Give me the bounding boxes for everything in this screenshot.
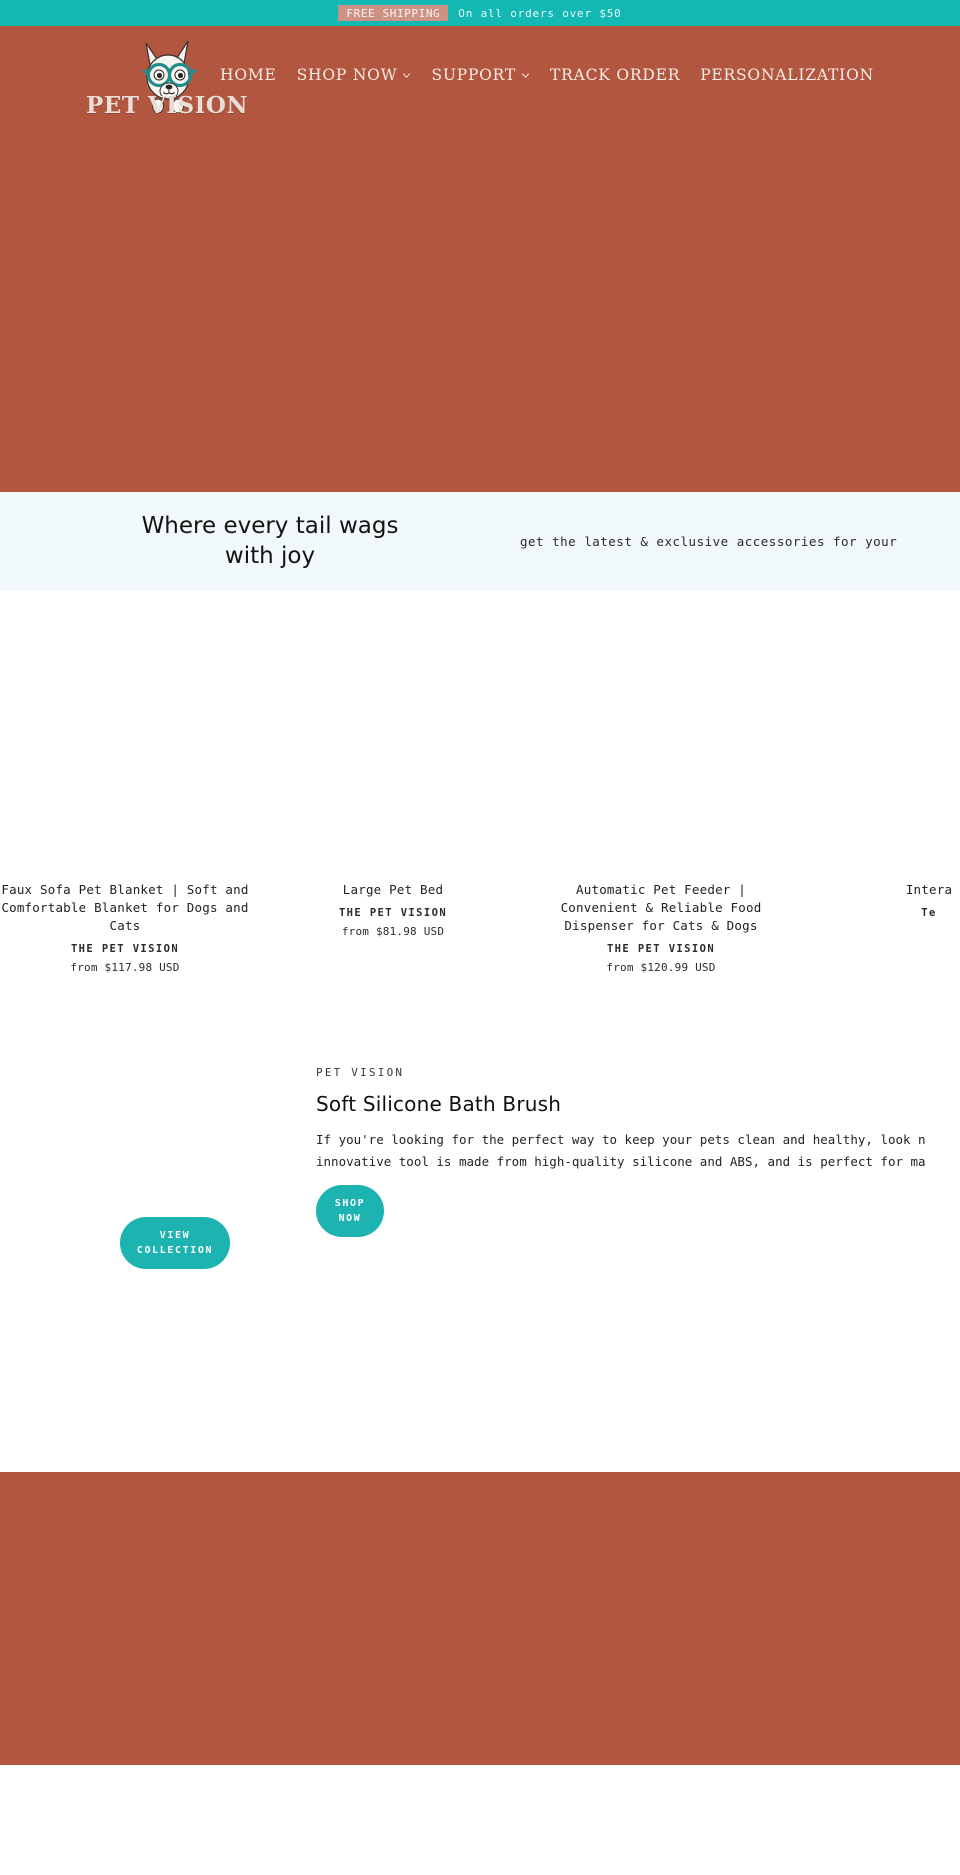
product-vendor: Te <box>921 907 937 920</box>
logo-wordmark: PET VISION <box>86 92 248 119</box>
nav-label-home: HOME <box>220 66 277 84</box>
product-price: from $120.99 USD <box>606 961 716 975</box>
featured-description-line-1: If you're looking for the perfect way to… <box>316 1132 926 1148</box>
nav-item-personalization[interactable]: PERSONALIZATION <box>700 66 874 84</box>
product-title: Automatic Pet Feeder | Convenient & Reli… <box>560 882 762 934</box>
tagline-heading: Where every tail wags with joy <box>141 512 399 569</box>
tagline-section: Where every tail wags with joy get the l… <box>0 492 960 591</box>
nav-label-support: SUPPORT <box>431 66 517 84</box>
featured-vendor: PET VISION <box>316 1066 405 1080</box>
product-image <box>0 621 250 871</box>
main-navigation: HOME SHOP NOW SUPPORT TRACK ORDER PERSON… <box>220 66 874 86</box>
featured-description-line-2: innovative tool is made from high-qualit… <box>316 1153 926 1169</box>
nav-label-shop-now: SHOP NOW <box>296 66 398 84</box>
product-price: from $81.98 USD <box>341 925 445 939</box>
content-spacer <box>0 1282 960 1473</box>
announcement-text: On all orders over $50 <box>458 6 622 20</box>
shop-now-button[interactable]: SHOP NOW <box>316 1185 384 1238</box>
nav-item-track-order[interactable]: TRACK ORDER <box>550 66 680 84</box>
hero-section: PET VISION HOME SHOP NOW SUPPORT TRACK O… <box>0 26 960 492</box>
site-logo[interactable]: PET VISION <box>86 33 248 119</box>
free-shipping-badge: FREE SHIPPING <box>338 5 449 21</box>
announcement-bar: FREE SHIPPING On all orders over $50 <box>0 0 960 26</box>
view-collection-button[interactable]: VIEW COLLECTION <box>120 1217 230 1270</box>
product-card[interactable]: Intera Te <box>804 621 960 974</box>
chevron-down-icon <box>522 72 530 78</box>
footer-band <box>0 1472 960 1766</box>
product-price: from $117.98 USD <box>70 961 180 975</box>
product-image <box>536 621 786 871</box>
product-vendor: THE PET VISION <box>338 907 448 920</box>
nav-label-personalization: PERSONALIZATION <box>700 66 874 84</box>
product-image <box>804 621 960 871</box>
nav-item-support[interactable]: SUPPORT <box>431 66 530 84</box>
collection-image <box>0 1032 296 1211</box>
featured-product-section: VIEW COLLECTION PET VISION Soft Silicone… <box>0 1014 960 1283</box>
nav-label-track-order: TRACK ORDER <box>550 66 681 84</box>
nav-item-shop-now[interactable]: SHOP NOW <box>297 66 412 84</box>
product-vendor: THE PET VISION <box>606 943 716 956</box>
page-root: FREE SHIPPING On all orders over $50 PET… <box>0 0 960 1766</box>
chevron-down-icon <box>403 72 411 78</box>
product-card[interactable]: Large Pet Bed THE PET VISION from $81.98… <box>268 621 518 974</box>
site-header: PET VISION HOME SHOP NOW SUPPORT TRACK O… <box>0 26 960 126</box>
collection-promo: VIEW COLLECTION <box>0 1032 296 1282</box>
product-card[interactable]: Faux Sofa Pet Blanket | Soft and Comfort… <box>0 621 250 974</box>
product-vendor: THE PET VISION <box>70 943 180 956</box>
product-grid: Faux Sofa Pet Blanket | Soft and Comfort… <box>0 591 960 1015</box>
product-image <box>268 621 518 871</box>
product-card[interactable]: Automatic Pet Feeder | Convenient & Reli… <box>536 621 786 974</box>
product-title: Intera <box>905 882 953 897</box>
product-title: Large Pet Bed <box>342 882 444 897</box>
featured-product-title: Soft Silicone Bath Brush <box>316 1092 562 1117</box>
tagline-subtext: get the latest & exclusive accessories f… <box>520 534 898 549</box>
nav-item-home[interactable]: HOME <box>220 66 277 84</box>
featured-product-details: PET VISION Soft Silicone Bath Brush If y… <box>296 1032 960 1282</box>
product-title: Faux Sofa Pet Blanket | Soft and Comfort… <box>1 882 249 934</box>
